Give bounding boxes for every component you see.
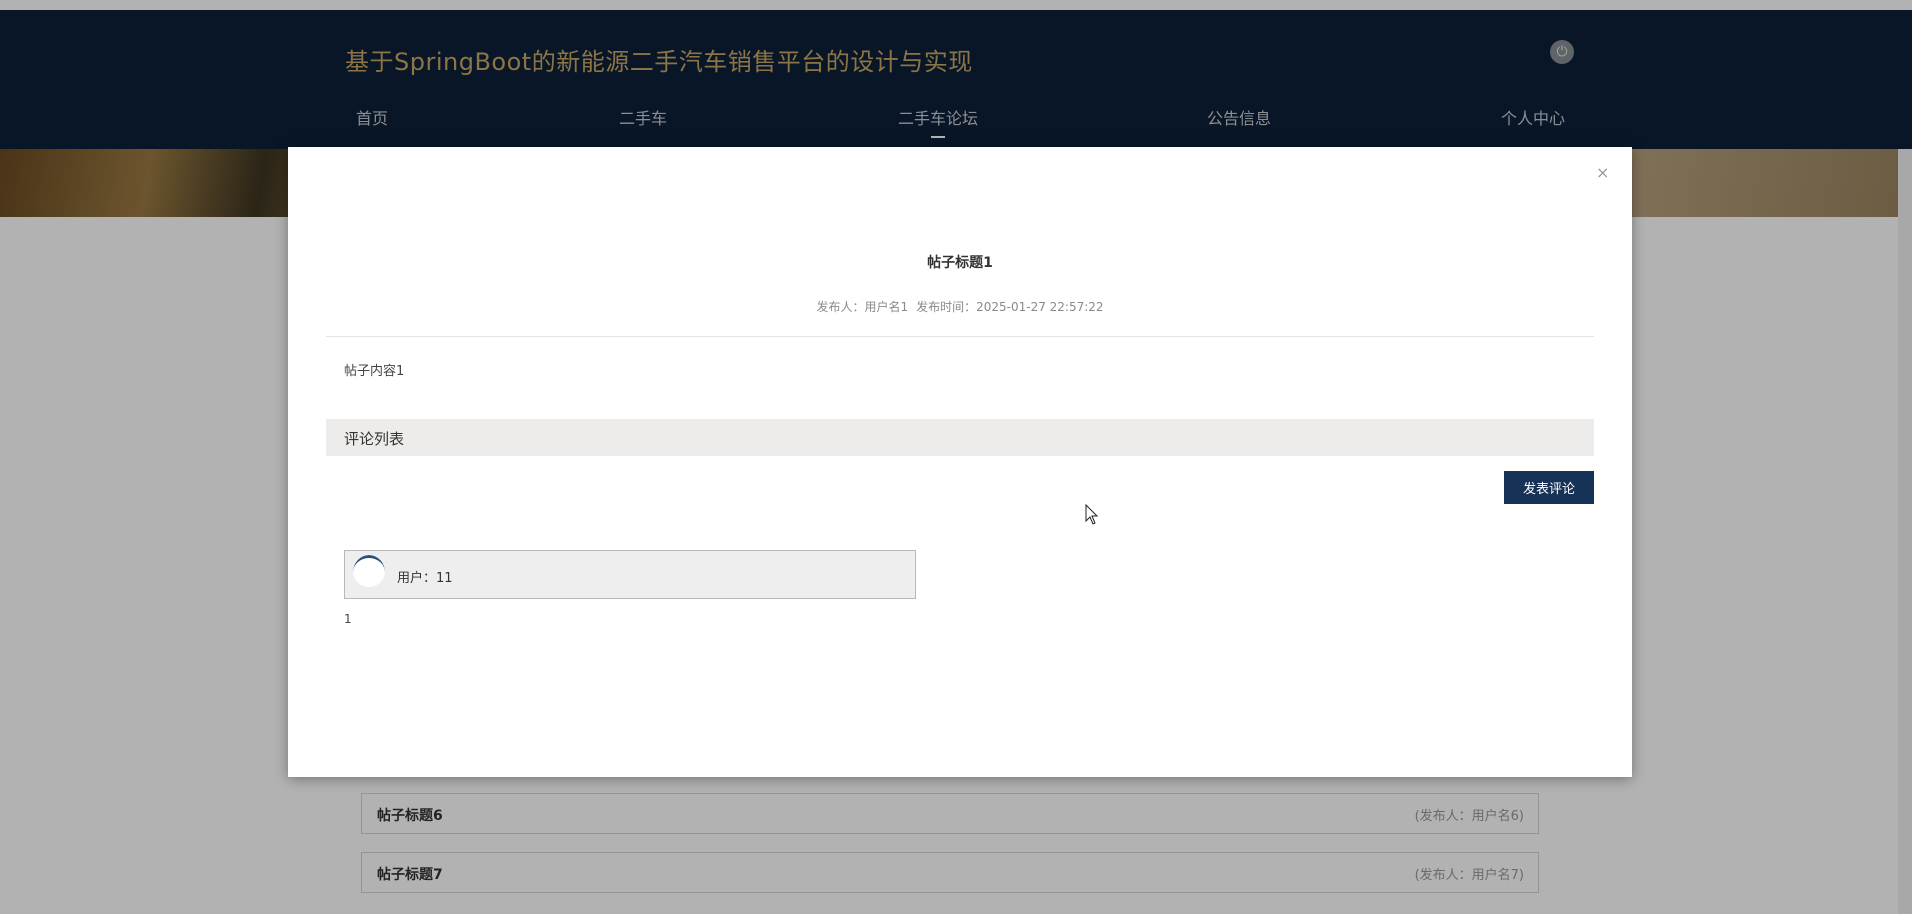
post-comment-button[interactable]: 发表评论 bbox=[1504, 471, 1594, 504]
comment-section-header: 评论列表 bbox=[326, 419, 1594, 456]
mouse-cursor-icon bbox=[1085, 504, 1099, 525]
post-content: 帖子内容1 bbox=[344, 364, 405, 379]
post-detail-modal: × 帖子标题1 发布人：用户名1 发布时间：2025-01-27 22:57:22… bbox=[288, 147, 1632, 777]
comment-item: 用户：11 bbox=[344, 550, 916, 599]
post-time: 发布时间：2025-01-27 22:57:22 bbox=[916, 300, 1104, 314]
post-title: 帖子标题1 bbox=[927, 255, 993, 271]
comment-section-label: 评论列表 bbox=[344, 430, 405, 448]
comment-user: 用户：11 bbox=[397, 571, 453, 586]
close-icon[interactable]: × bbox=[1596, 165, 1609, 181]
avatar bbox=[353, 555, 385, 587]
divider bbox=[326, 336, 1594, 337]
post-author: 发布人：用户名1 bbox=[816, 300, 909, 314]
comment-text: 1 bbox=[344, 612, 352, 626]
post-meta: 发布人：用户名1 发布时间：2025-01-27 22:57:22 bbox=[288, 298, 1632, 315]
